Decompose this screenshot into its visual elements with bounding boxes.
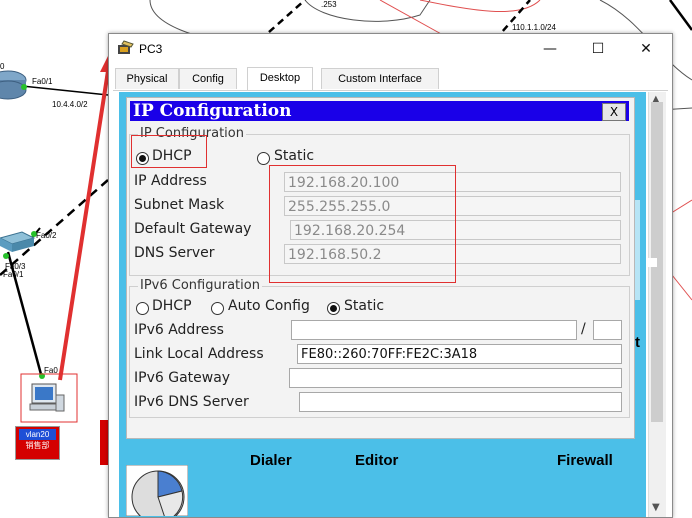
ipv6-address-field[interactable] <box>291 320 577 340</box>
pie-chart-icon[interactable] <box>126 465 188 516</box>
ipv6-dhcp-radio[interactable] <box>136 302 149 315</box>
default-gateway-label: Default Gateway <box>134 221 252 237</box>
ipv6-static-label[interactable]: Static <box>344 298 384 314</box>
dns-server-label: DNS Server <box>134 245 215 261</box>
vlan-name: vlan20 <box>19 429 56 440</box>
port-label: Fa0/1 <box>32 77 53 86</box>
tab-physical[interactable]: Physical <box>115 68 179 89</box>
maximize-button[interactable]: ☐ <box>581 38 615 60</box>
close-button[interactable]: ✕ <box>629 38 663 60</box>
pc-icon <box>29 383 65 412</box>
ipv6-static-radio[interactable] <box>327 302 340 315</box>
ipv6-gateway-field[interactable] <box>289 368 622 388</box>
ipv6-gateway-label: IPv6 Gateway <box>134 370 231 386</box>
ip-fields-highlight <box>269 165 456 283</box>
port-label: Fa0/2 <box>36 231 57 240</box>
router-label: 0 <box>0 62 5 71</box>
dhcp-highlight <box>131 135 207 168</box>
ipv6-auto-radio[interactable] <box>211 302 224 315</box>
ipv6-dhcp-label[interactable]: DHCP <box>152 298 192 314</box>
title-bar[interactable]: PC3 — ☐ ✕ <box>109 34 672 64</box>
vertical-scrollbar[interactable]: ▲ ▼ <box>648 92 666 517</box>
vlan-dept: 销售部 <box>25 441 50 450</box>
static-label[interactable]: Static <box>274 148 314 164</box>
ip-address-label: IP Address <box>134 173 207 189</box>
network-label: 10.4.4.0/2 <box>52 100 88 109</box>
scroll-marker <box>648 258 657 267</box>
tab-bar: Physical Config Desktop Custom Interface <box>113 67 668 91</box>
router-link <box>21 85 109 96</box>
dashed-link <box>0 179 109 276</box>
static-radio[interactable] <box>257 152 270 165</box>
panel-close-button[interactable]: X <box>602 103 626 121</box>
link-dot <box>21 84 27 90</box>
dialer-caption[interactable]: Dialer <box>250 452 292 469</box>
ip-configuration-panel: IP Configuration X IP Configuration DHCP… <box>126 97 635 439</box>
port-label: Fa0/1 <box>3 270 24 279</box>
ipv6-dns-field[interactable] <box>299 392 622 412</box>
tab-custom-interface[interactable]: Custom Interface <box>321 68 439 89</box>
port-label: Fa0 <box>44 366 58 375</box>
editor-caption[interactable]: Editor <box>355 452 398 469</box>
tab-desktop[interactable]: Desktop <box>247 67 313 90</box>
ipv6-group-legend: IPv6 Configuration <box>138 278 262 293</box>
pc-window-icon <box>118 40 134 54</box>
link-local-label: Link Local Address <box>134 346 264 362</box>
subnet-mask-label: Subnet Mask <box>134 197 225 213</box>
ipv6-address-label: IPv6 Address <box>134 322 224 338</box>
minimize-button[interactable]: — <box>533 38 567 60</box>
subnet-label: 110.1.1.0/24 <box>512 23 556 32</box>
vlan-tag: vlan20 销售部 <box>15 426 60 460</box>
black-link <box>668 0 692 31</box>
ip-label: .253 <box>321 0 337 9</box>
firewall-caption[interactable]: Firewall <box>557 452 613 469</box>
panel-header: IP Configuration X <box>130 101 629 121</box>
window-title: PC3 <box>139 42 163 56</box>
tab-config[interactable]: Config <box>179 68 237 89</box>
scroll-down-icon[interactable]: ▼ <box>652 502 660 513</box>
ipv6-prefix-field[interactable] <box>593 320 622 340</box>
ipv6-dns-label: IPv6 DNS Server <box>134 394 249 410</box>
link-local-field[interactable]: FE80::260:70FF:FE2C:3A18 <box>297 344 622 364</box>
ipv6-auto-label[interactable]: Auto Config <box>228 298 310 314</box>
desktop-caption-edge: t <box>635 334 640 351</box>
vlan-tag-edge <box>100 420 108 465</box>
link-dot <box>3 253 9 259</box>
panel-title: IP Configuration <box>133 101 292 121</box>
ipv6-prefix-separator: / <box>581 321 586 337</box>
